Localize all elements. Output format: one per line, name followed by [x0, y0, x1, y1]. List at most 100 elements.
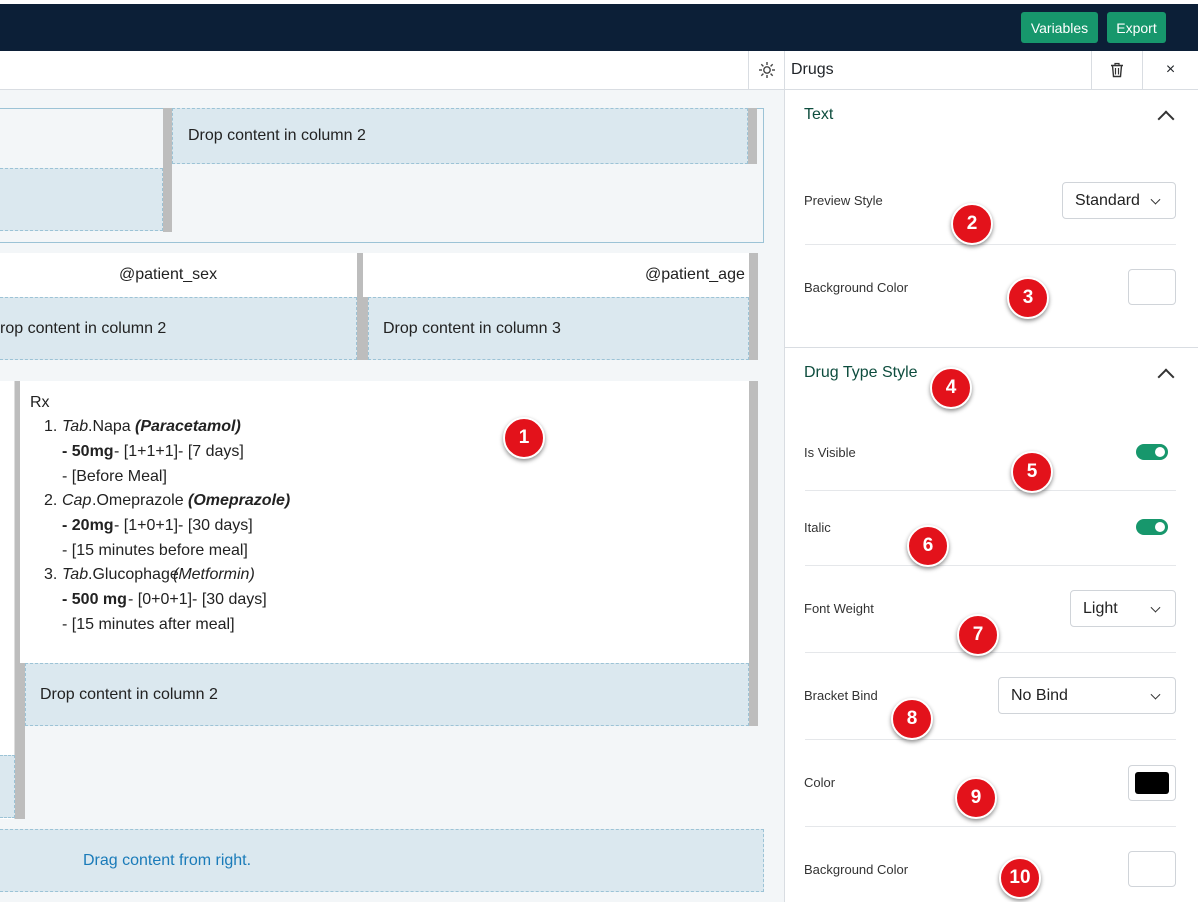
is-visible-toggle[interactable] — [1136, 444, 1168, 460]
drug-type: Tab — [62, 418, 89, 435]
drop-zone-label: rop content in column 2 — [0, 319, 167, 337]
marker-5: 5 — [1011, 451, 1053, 493]
italic-label: Italic — [804, 520, 831, 535]
drag-content-zone[interactable]: Drag content from right. — [0, 829, 764, 892]
drug-generic: (Paracetamol) — [135, 418, 241, 435]
background-color-label: Background Color — [804, 862, 909, 877]
preview-style-value: Standard — [1075, 191, 1140, 209]
chevron-down-icon — [1150, 602, 1161, 613]
drug-generic: (Metformin) — [173, 566, 255, 583]
drag-hint-text: Drag content from right. — [83, 851, 252, 869]
close-icon: × — [1165, 61, 1176, 78]
drop-zone-col2-bottom[interactable]: Drop content in column 2 — [25, 663, 749, 726]
left-column — [0, 381, 15, 819]
trash-icon — [1111, 62, 1123, 78]
drop-zone-label: Drop content in column 2 — [40, 685, 218, 703]
drug-schedule: - [0+0+1]- [30 days] — [128, 591, 267, 608]
drug-schedule: - [1+1+1]- [7 days] — [114, 443, 244, 460]
drug-dose: - 50mg — [62, 443, 114, 460]
drug-note: - [15 minutes before meal] — [62, 542, 248, 559]
font-weight-label: Font Weight — [804, 601, 874, 616]
font-weight-value: Light — [1083, 599, 1118, 617]
variables-button[interactable]: Variables — [1021, 12, 1098, 43]
drop-zone-col3-mid[interactable]: Drop content in column 3 — [368, 297, 749, 360]
settings-icon — [758, 62, 775, 78]
drug-note: - [Before Meal] — [62, 468, 167, 485]
drop-zone-label: Drop content in column 3 — [383, 319, 561, 337]
patient-age-variable: @patient_age — [645, 266, 745, 283]
drug-name: .Omeprazole — [92, 492, 184, 509]
drop-zone-col1-bottom[interactable] — [0, 755, 15, 818]
column-handle[interactable] — [749, 253, 758, 360]
font-weight-select[interactable]: Light — [1070, 590, 1176, 627]
bracket-bind-label: Bracket Bind — [804, 688, 878, 703]
color-label: Color — [804, 775, 836, 790]
drug-dose: - 500 mg — [62, 591, 127, 608]
toggle-knob — [1155, 522, 1165, 532]
bracket-bind-select[interactable]: No Bind — [998, 677, 1176, 714]
delete-button[interactable] — [1091, 51, 1142, 89]
export-button[interactable]: Export — [1107, 12, 1166, 43]
marker-7: 7 — [957, 614, 999, 656]
background-color-swatch[interactable] — [1128, 851, 1176, 887]
patient-sex-variable: @patient_sex — [119, 266, 218, 283]
divider — [805, 565, 1176, 566]
toolbar: Drugs × — [0, 51, 1198, 90]
divider — [805, 244, 1176, 245]
preview-style-select[interactable]: Standard — [1062, 182, 1176, 219]
drug-type-style-title: Drug Type Style — [804, 364, 918, 381]
column-handle[interactable] — [748, 108, 757, 164]
drug-name: .Glucophage — [88, 566, 179, 583]
drop-zone-label: Drop content in column 2 — [188, 127, 366, 144]
column-handle[interactable] — [749, 381, 758, 726]
column-divider[interactable] — [363, 297, 368, 360]
italic-toggle[interactable] — [1136, 519, 1168, 535]
color-swatch[interactable] — [1128, 765, 1176, 801]
marker-9: 9 — [955, 777, 997, 819]
settings-button[interactable] — [748, 51, 784, 89]
marker-2: 2 — [951, 203, 993, 245]
divider — [805, 826, 1176, 827]
drug-number: 3. — [44, 566, 58, 583]
is-visible-label: Is Visible — [804, 445, 856, 460]
drug-note: - [15 minutes after meal] — [62, 616, 235, 633]
toggle-knob — [1155, 447, 1165, 457]
drug-type: Cap — [62, 492, 92, 509]
preview-style-label: Preview Style — [804, 193, 883, 208]
marker-1: 1 — [503, 417, 545, 459]
background-color-label: Background Color — [804, 280, 909, 295]
patient-row — [0, 253, 749, 297]
drug-name: .Napa — [88, 418, 131, 435]
properties-panel: Text Preview Style Standard Background C… — [784, 90, 1198, 902]
marker-4: 4 — [930, 367, 972, 409]
divider — [805, 490, 1176, 491]
marker-10: 10 — [999, 857, 1041, 899]
drug-dose: - 20mg — [62, 517, 114, 534]
panel-title: Drugs — [791, 61, 834, 78]
drop-zone-col2-mid[interactable]: rop content in column 2 — [0, 297, 357, 360]
drop-zone-col2-top[interactable]: Drop content in column 2 — [172, 108, 748, 164]
drug-number: 1. — [44, 418, 58, 435]
drug-number: 2. — [44, 492, 58, 509]
drop-zone-col1-top[interactable] — [0, 168, 163, 231]
marker-3: 3 — [1007, 277, 1049, 319]
rx-heading: Rx — [30, 394, 50, 411]
bracket-bind-value: No Bind — [1011, 686, 1068, 704]
chevron-up-icon[interactable] — [1157, 368, 1175, 386]
divider — [805, 739, 1176, 740]
background-color-swatch[interactable] — [1128, 269, 1176, 305]
top-navbar: Variables Export — [0, 4, 1198, 51]
divider — [805, 652, 1176, 653]
drug-generic: (Omeprazole) — [188, 492, 291, 509]
chevron-down-icon — [1150, 689, 1161, 700]
close-button[interactable]: × — [1142, 51, 1198, 89]
chevron-up-icon[interactable] — [1157, 110, 1175, 128]
drug-schedule: - [1+0+1]- [30 days] — [114, 517, 253, 534]
section-divider — [785, 347, 1198, 348]
drug-type: Tab — [62, 566, 89, 583]
column-divider[interactable] — [163, 108, 172, 232]
editor-canvas: Drop content in column 2 @patient_sex @p… — [0, 90, 784, 902]
text-section-title: Text — [804, 106, 834, 123]
marker-8: 8 — [891, 698, 933, 740]
marker-6: 6 — [907, 525, 949, 567]
